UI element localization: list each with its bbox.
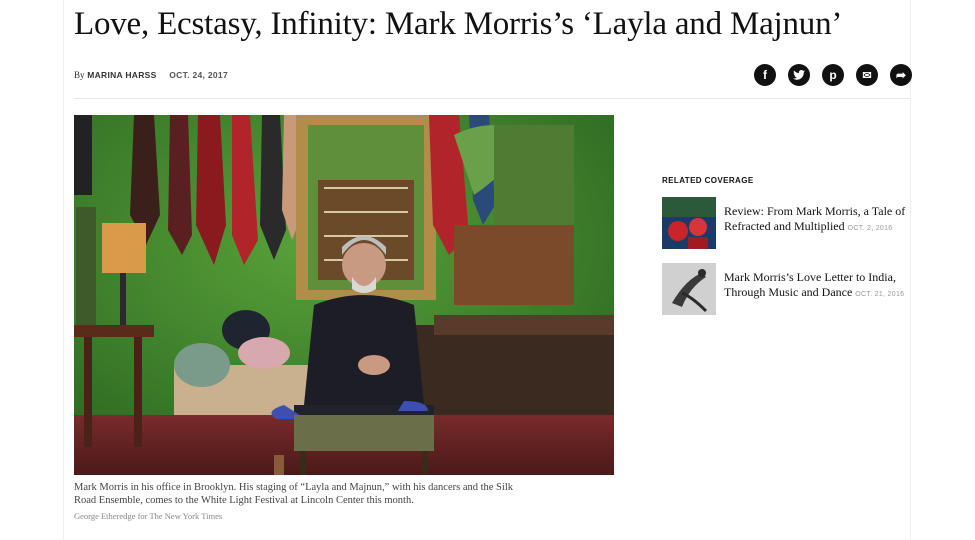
related-headline[interactable]: Review: From Mark Morris, a Tale of Refr… <box>724 197 905 249</box>
related-coverage-heading: RELATED COVERAGE <box>662 176 754 185</box>
related-thumbnail[interactable] <box>662 197 716 249</box>
photo-credit: George Etheredge for The New York Times <box>74 511 223 521</box>
related-item[interactable]: Review: From Mark Morris, a Tale of Refr… <box>662 197 910 249</box>
photo-caption: Mark Morris in his office in Brooklyn. H… <box>74 481 574 507</box>
related-headline-line1[interactable]: Review: From Mark Morris, a Tale of <box>724 204 905 219</box>
byline: By MARINA HARSS OCT. 24, 2017 <box>74 70 228 80</box>
pinterest-icon[interactable]: p <box>822 64 844 86</box>
facebook-icon[interactable]: f <box>754 64 776 86</box>
publish-date: OCT. 24, 2017 <box>169 70 228 80</box>
related-item[interactable]: Mark Morris’s Love Letter to India, Thro… <box>662 263 910 315</box>
related-thumbnail[interactable] <box>662 263 716 315</box>
caption-line-1: Mark Morris in his office in Brooklyn. H… <box>74 482 513 493</box>
related-headline-line2[interactable]: Refracted and Multiplied <box>724 219 845 233</box>
twitter-icon[interactable] <box>788 64 810 86</box>
related-headline-line1[interactable]: Mark Morris’s Love Letter to India, <box>724 270 904 285</box>
share-tools: f p ✉ ➦ <box>754 64 912 86</box>
related-date: OCT. 2, 2016 <box>847 225 893 232</box>
header-divider <box>74 98 910 99</box>
author-name[interactable]: MARINA HARSS <box>87 70 156 80</box>
related-headline-line2[interactable]: Through Music and Dance <box>724 285 852 299</box>
lead-photo[interactable] <box>74 115 614 475</box>
byline-prefix: By <box>74 70 85 80</box>
email-icon[interactable]: ✉ <box>856 64 878 86</box>
article-headline: Love, Ecstasy, Infinity: Mark Morris’s ‘… <box>74 6 843 42</box>
related-date: OCT. 21, 2016 <box>855 291 905 298</box>
caption-line-2: Road Ensemble, comes to the White Light … <box>74 495 414 506</box>
article-page: Love, Ecstasy, Infinity: Mark Morris’s ‘… <box>64 0 912 540</box>
related-headline[interactable]: Mark Morris’s Love Letter to India, Thro… <box>724 263 904 315</box>
share-arrow-icon[interactable]: ➦ <box>890 64 912 86</box>
